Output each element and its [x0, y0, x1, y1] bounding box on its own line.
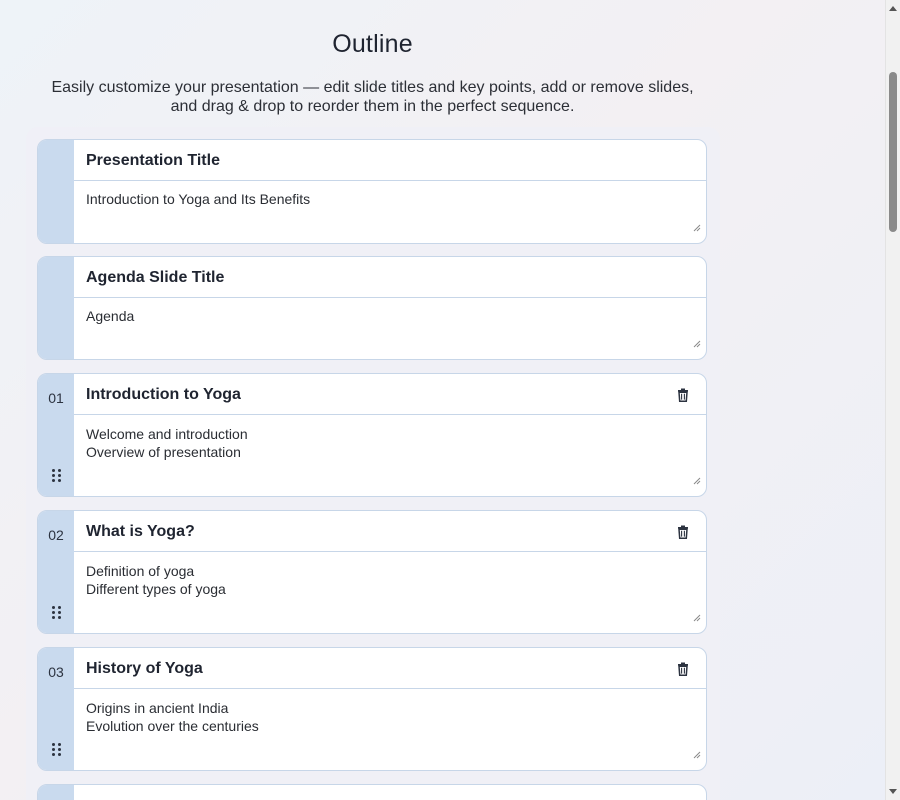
presentation-title-heading: Presentation Title	[86, 152, 220, 169]
agenda-title-textarea[interactable]: Agenda	[86, 307, 696, 325]
resize-handle-icon[interactable]	[693, 477, 701, 485]
scroll-thumb[interactable]	[889, 72, 897, 232]
slide-number: 03	[48, 664, 64, 680]
slide-number: 01	[48, 390, 64, 406]
resize-handle-icon[interactable]	[693, 614, 701, 622]
scroll-down-arrow-icon[interactable]	[889, 789, 897, 794]
page-scrollbar[interactable]	[885, 0, 900, 800]
slide-points-textarea[interactable]: Welcome and introduction Overview of pre…	[86, 425, 696, 461]
presentation-title-card: Presentation Title Introduction to Yoga …	[37, 139, 707, 244]
slide-points-textarea[interactable]: Definition of yoga Different types of yo…	[86, 562, 696, 598]
slide-card-partial	[37, 784, 707, 800]
presentation-title-heading-field[interactable]: Presentation Title	[74, 140, 706, 181]
trash-icon[interactable]	[676, 525, 690, 539]
drag-handle-icon[interactable]	[52, 743, 61, 756]
slide-card: 02 What is Yoga? Definition of yoga Diff…	[37, 510, 707, 634]
slide-title: What is Yoga?	[86, 523, 195, 540]
slide-title: Introduction to Yoga	[86, 386, 241, 403]
page-title: Outline	[332, 30, 413, 58]
slide-number: 02	[48, 527, 64, 543]
agenda-title-heading-field[interactable]: Agenda Slide Title	[74, 257, 706, 298]
slide-title-field[interactable]: What is Yoga?	[74, 511, 706, 552]
drag-handle-icon[interactable]	[52, 606, 61, 619]
slide-title: History of Yoga	[86, 660, 203, 677]
trash-icon[interactable]	[676, 662, 690, 676]
resize-handle-icon[interactable]	[693, 340, 701, 348]
card-gutter	[38, 257, 74, 359]
slide-card: 03 History of Yoga Origins in ancient In…	[37, 647, 707, 771]
agenda-title-heading: Agenda Slide Title	[86, 269, 225, 286]
page-subtitle: Easily customize your presentation — edi…	[51, 79, 694, 115]
card-gutter	[38, 140, 74, 243]
presentation-title-textarea[interactable]: Introduction to Yoga and Its Benefits	[86, 190, 696, 208]
resize-handle-icon[interactable]	[693, 224, 701, 232]
outline-page: Outline Easily customize your presentati…	[0, 0, 885, 800]
slide-title-field[interactable]: History of Yoga	[74, 648, 706, 689]
scroll-up-arrow-icon[interactable]	[889, 6, 897, 11]
slide-title-field[interactable]: Introduction to Yoga	[74, 374, 706, 415]
drag-handle-icon[interactable]	[52, 469, 61, 482]
slide-points-textarea[interactable]: Origins in ancient India Evolution over …	[86, 699, 696, 735]
resize-handle-icon[interactable]	[693, 751, 701, 759]
trash-icon[interactable]	[676, 388, 690, 402]
slide-card: 01 Introduction to Yoga Welcome and intr…	[37, 373, 707, 497]
agenda-title-card: Agenda Slide Title Agenda	[37, 256, 707, 360]
card-gutter	[38, 785, 74, 800]
